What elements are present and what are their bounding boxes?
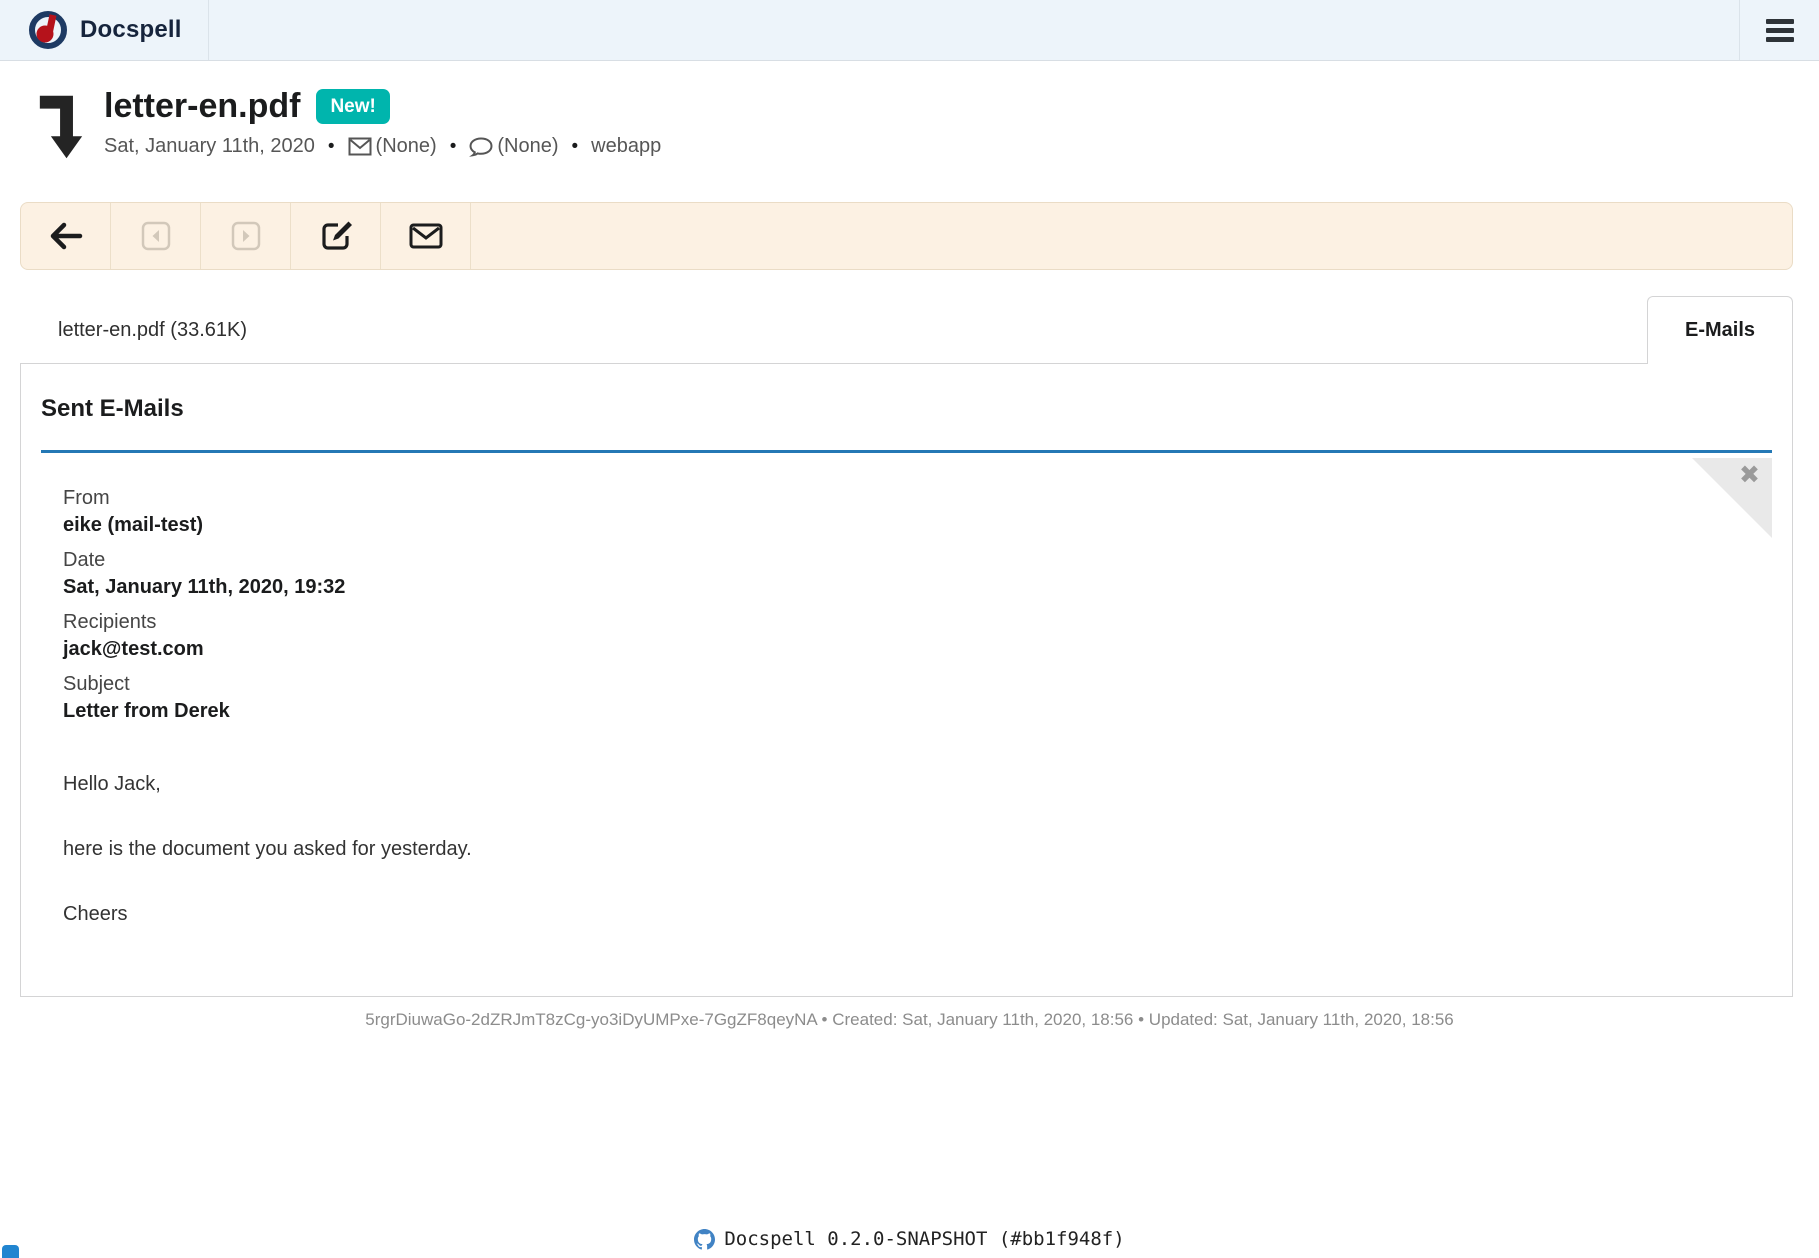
subject-value: Letter from Derek	[63, 698, 1772, 725]
item-title: letter-en.pdf	[104, 87, 300, 126]
sent-mail-item: ✖ From eike (mail-test) Date Sat, Januar…	[41, 453, 1772, 927]
new-badge[interactable]: New!	[316, 89, 389, 124]
app-version-label: Docspell 0.2.0-SNAPSHOT (#bb1f948f)	[724, 1228, 1124, 1250]
correspondent-meta: (None)	[348, 135, 437, 158]
hamburger-icon	[1766, 19, 1794, 42]
mail-body-line: Hello Jack,	[63, 771, 1772, 797]
mail-body-line: here is the document you asked for yeste…	[63, 836, 1772, 862]
edit-pencil-icon	[319, 219, 353, 253]
comment-icon	[469, 137, 493, 157]
source-value: webapp	[591, 135, 661, 158]
date-label: Date	[63, 547, 1772, 574]
docspell-logo-icon	[28, 10, 68, 50]
mail-body-line: Cheers	[63, 901, 1772, 927]
recipients-value: jack@test.com	[63, 636, 1772, 663]
sent-emails-heading: Sent E-Mails	[41, 394, 1772, 424]
page: Docspell letter-en.pdf New! Sat, January…	[0, 0, 1819, 1258]
date-value: Sat, January 11th, 2020, 19:32	[63, 574, 1772, 601]
item-meta-row: Sat, January 11th, 2020 • (None) •	[104, 135, 661, 158]
navbar-spacer	[209, 0, 1739, 60]
item-header: letter-en.pdf New! Sat, January 11th, 20…	[0, 61, 1819, 165]
prev-item-button[interactable]	[111, 203, 201, 269]
correspondent-value: (None)	[376, 135, 437, 158]
attachment-tab-row: letter-en.pdf (33.61K) E-Mails	[20, 296, 1793, 364]
from-label: From	[63, 485, 1772, 512]
top-navbar: Docspell	[0, 0, 1819, 61]
item-header-text: letter-en.pdf New! Sat, January 11th, 20…	[104, 87, 661, 165]
close-icon[interactable]: ✖	[1739, 463, 1760, 488]
concerning-value: (None)	[497, 135, 558, 158]
scroll-to-top-button[interactable]	[2, 1245, 19, 1258]
envelope-icon	[348, 137, 372, 156]
subject-label: Subject	[63, 671, 1772, 698]
main-menu-button[interactable]	[1739, 0, 1819, 60]
attachment-file-item[interactable]: letter-en.pdf (33.61K)	[58, 296, 247, 364]
recipients-label: Recipients	[63, 609, 1772, 636]
back-button[interactable]	[21, 203, 111, 269]
app-footer[interactable]: Docspell 0.2.0-SNAPSHOT (#bb1f948f)	[0, 1228, 1819, 1250]
tab-emails[interactable]: E-Mails	[1647, 296, 1793, 364]
item-id-meta: 5rgrDiuwaGo-2dZRJmT8zCg-yo3iDyUMPxe-7GgZ…	[0, 1010, 1819, 1030]
item-date: Sat, January 11th, 2020	[104, 135, 315, 158]
github-icon	[694, 1229, 715, 1250]
item-toolbar	[20, 202, 1793, 270]
edit-item-button[interactable]	[291, 203, 381, 269]
caret-square-left-icon	[141, 221, 171, 251]
level-down-arrow-icon	[38, 89, 84, 165]
next-item-button[interactable]	[201, 203, 291, 269]
envelope-icon	[409, 223, 443, 249]
delete-mail-corner[interactable]	[1692, 458, 1772, 538]
send-mail-button[interactable]	[381, 203, 471, 269]
mail-body: Hello Jack, here is the document you ask…	[63, 771, 1772, 927]
brand-home-link[interactable]: Docspell	[0, 0, 209, 60]
brand-label: Docspell	[80, 16, 182, 44]
from-value: eike (mail-test)	[63, 512, 1772, 539]
concerning-meta: (None)	[469, 135, 558, 158]
arrow-left-icon	[49, 221, 83, 251]
emails-tab-panel: Sent E-Mails ✖ From eike (mail-test) Dat…	[20, 364, 1793, 997]
caret-square-right-icon	[231, 221, 261, 251]
